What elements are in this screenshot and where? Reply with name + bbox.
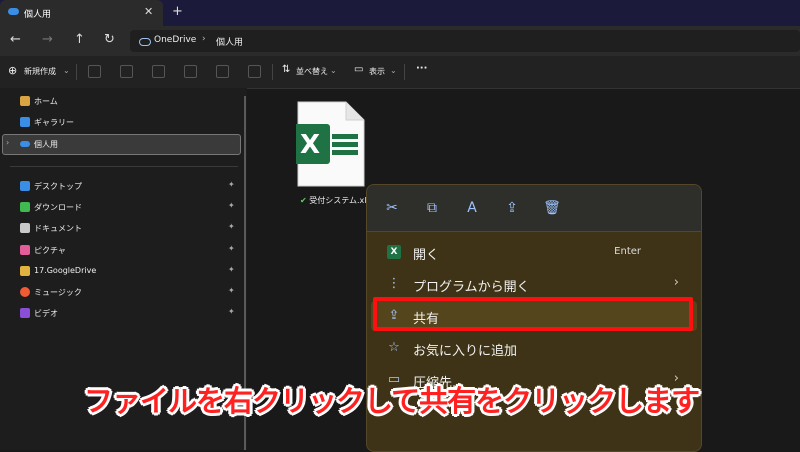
sidebar-item-videos[interactable]: ビデオ ✦ bbox=[0, 303, 240, 323]
sidebar-divider bbox=[10, 166, 238, 167]
sidebar-item-gallery[interactable]: ギャラリー bbox=[0, 112, 240, 132]
navigation-bar: ← → ↑ ↻ OneDrive › 個人用 bbox=[0, 26, 800, 56]
onedrive-icon bbox=[139, 38, 151, 46]
chevron-right-icon: › bbox=[673, 275, 679, 290]
home-icon bbox=[20, 96, 30, 106]
context-divider bbox=[367, 231, 701, 232]
breadcrumb-separator: › bbox=[202, 34, 206, 44]
menu-item-open[interactable]: X 開く Enter bbox=[371, 237, 697, 267]
refresh-button[interactable]: ↻ bbox=[104, 32, 115, 47]
onedrive-icon bbox=[8, 8, 19, 15]
forward-button[interactable]: → bbox=[42, 32, 53, 47]
pin-icon: ✦ bbox=[228, 286, 235, 295]
cut-icon[interactable] bbox=[88, 65, 101, 78]
folder-icon bbox=[20, 266, 30, 276]
share-icon[interactable] bbox=[216, 65, 229, 78]
pin-icon: ✦ bbox=[228, 244, 235, 253]
view-button[interactable]: 表示 bbox=[369, 66, 385, 77]
copy-icon[interactable] bbox=[120, 65, 133, 78]
chevron-down-icon: ⌄ bbox=[390, 66, 397, 75]
context-quick-actions: ✂ ⧉ A ⇪ 🗑 bbox=[367, 185, 701, 231]
tab-title: 個人用 bbox=[24, 10, 52, 20]
breadcrumb-folder[interactable]: 個人用 bbox=[216, 35, 243, 48]
sidebar-item-desktop[interactable]: デスクトップ ✦ bbox=[0, 176, 240, 196]
pin-icon: ✦ bbox=[228, 265, 235, 274]
back-button[interactable]: ← bbox=[10, 32, 21, 47]
sidebar-item-home[interactable]: ホーム bbox=[0, 91, 240, 111]
share-highlight-box bbox=[373, 297, 693, 331]
sidebar-item-label: ピクチャ bbox=[34, 246, 66, 255]
music-icon bbox=[20, 287, 30, 297]
menu-item-label: 開く bbox=[413, 248, 440, 263]
chevron-right-icon[interactable]: › bbox=[6, 138, 9, 147]
cut-icon[interactable]: ✂ bbox=[383, 199, 401, 217]
rename-icon[interactable] bbox=[184, 65, 197, 78]
new-icon: ⊕ bbox=[8, 64, 18, 77]
onedrive-icon bbox=[20, 141, 30, 147]
menu-item-add-favorite[interactable]: ☆ お気に入りに追加 bbox=[371, 333, 697, 363]
breadcrumb-root[interactable]: OneDrive bbox=[154, 35, 196, 45]
sidebar-item-label: ドキュメント bbox=[34, 224, 82, 233]
tab-personal[interactable]: 個人用 ✕ bbox=[0, 0, 163, 26]
sidebar-item-label: ミュージック bbox=[34, 288, 82, 297]
paste-icon[interactable] bbox=[152, 65, 165, 78]
view-icon: ▭ bbox=[354, 64, 364, 75]
new-tab-button[interactable]: + bbox=[172, 4, 183, 19]
star-icon: ☆ bbox=[388, 340, 400, 355]
share-icon[interactable]: ⇪ bbox=[503, 199, 521, 217]
command-bar: ⊕ 新規作成 ⌄ ⇅ 並べ替え ⌄ ▭ 表示 ⌄ ··· bbox=[0, 56, 800, 89]
up-button[interactable]: ↑ bbox=[74, 32, 85, 47]
sidebar-item-personal[interactable]: › 個人用 bbox=[0, 134, 240, 154]
menu-item-label: お気に入りに追加 bbox=[413, 344, 518, 359]
excel-badge-text: X bbox=[300, 130, 320, 160]
menu-accelerator: Enter bbox=[614, 246, 641, 257]
sidebar-item-label: ダウンロード bbox=[34, 203, 82, 212]
sidebar-item-label: 個人用 bbox=[34, 140, 58, 149]
file-name[interactable]: ✔ 受付システム.xlsx bbox=[300, 195, 375, 206]
sidebar-item-pictures[interactable]: ピクチャ ✦ bbox=[0, 240, 240, 260]
pin-icon: ✦ bbox=[228, 201, 235, 210]
pictures-icon bbox=[20, 245, 30, 255]
copy-icon[interactable]: ⧉ bbox=[423, 199, 441, 217]
sync-status-icon: ✔ bbox=[300, 196, 307, 205]
excel-file-icon: X bbox=[290, 101, 365, 187]
chevron-down-icon: ⌄ bbox=[63, 66, 70, 75]
excel-file-item[interactable]: X bbox=[290, 100, 366, 188]
instruction-caption: ファイルを右クリックして共有をクリックします bbox=[84, 384, 700, 418]
pin-icon: ✦ bbox=[228, 222, 235, 231]
toolbar-divider bbox=[76, 64, 77, 80]
delete-icon[interactable] bbox=[248, 65, 261, 78]
menu-item-label: プログラムから開く bbox=[413, 280, 530, 295]
sidebar-item-googledrive[interactable]: 17.GoogleDrive ✦ bbox=[0, 261, 240, 281]
pin-icon: ✦ bbox=[228, 307, 235, 316]
sort-button[interactable]: 並べ替え bbox=[296, 66, 328, 77]
pin-icon: ✦ bbox=[228, 180, 235, 189]
sidebar-item-music[interactable]: ミュージック ✦ bbox=[0, 282, 240, 302]
chevron-down-icon: ⌄ bbox=[330, 66, 337, 75]
desktop-icon bbox=[20, 181, 30, 191]
delete-icon[interactable]: 🗑 bbox=[543, 199, 561, 217]
new-button[interactable]: 新規作成 bbox=[24, 66, 56, 77]
sidebar-item-label: ギャラリー bbox=[34, 118, 74, 127]
toolbar-divider bbox=[404, 64, 405, 80]
sidebar-item-documents[interactable]: ドキュメント ✦ bbox=[0, 218, 240, 238]
download-icon bbox=[20, 202, 30, 212]
excel-icon: X bbox=[387, 245, 401, 259]
address-bar[interactable]: OneDrive › 個人用 bbox=[130, 30, 800, 52]
toolbar-divider bbox=[272, 64, 273, 80]
sort-icon: ⇅ bbox=[282, 64, 291, 75]
tab-close-button[interactable]: ✕ bbox=[144, 5, 153, 18]
sidebar-item-label: 17.GoogleDrive bbox=[34, 266, 97, 275]
video-icon bbox=[20, 308, 30, 318]
more-options-button[interactable]: ··· bbox=[416, 63, 427, 74]
document-icon bbox=[20, 223, 30, 233]
gallery-icon bbox=[20, 117, 30, 127]
sidebar-item-label: デスクトップ bbox=[34, 182, 82, 191]
sidebar-item-label: ホーム bbox=[34, 97, 58, 106]
open-with-icon: ⋮ bbox=[387, 276, 401, 291]
rename-icon[interactable]: A bbox=[463, 199, 481, 217]
sidebar-item-downloads[interactable]: ダウンロード ✦ bbox=[0, 197, 240, 217]
sidebar-item-label: ビデオ bbox=[34, 309, 58, 318]
menu-item-open-with[interactable]: ⋮ プログラムから開く › bbox=[371, 269, 697, 299]
